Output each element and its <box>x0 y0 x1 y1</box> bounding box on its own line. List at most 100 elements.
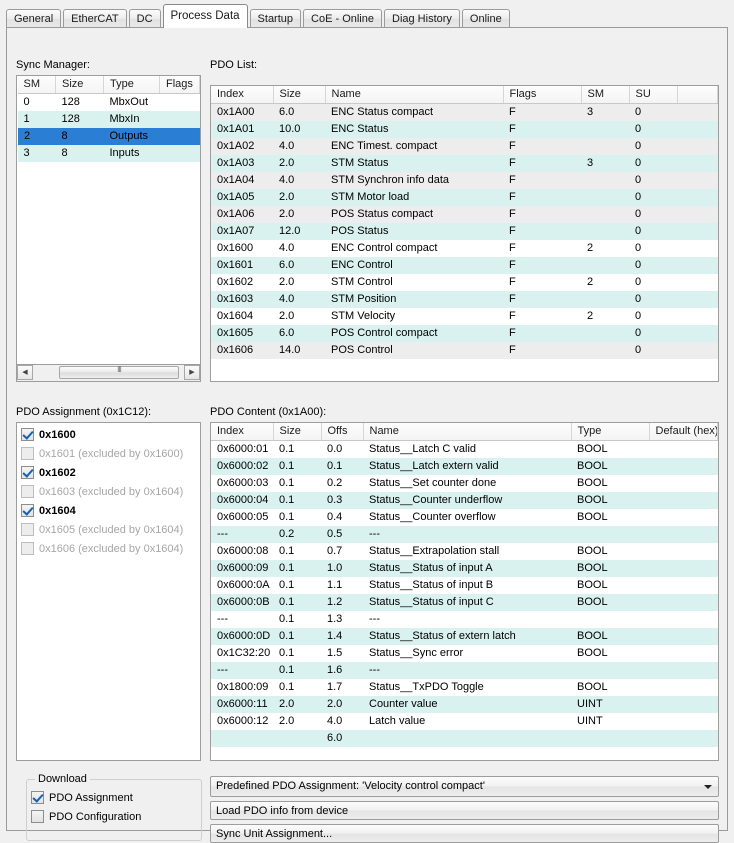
pdo-content-col-offs[interactable]: Offs <box>321 423 364 441</box>
tab-general[interactable]: General <box>6 9 62 28</box>
pdo-assignment-item[interactable]: 0x1600 <box>17 425 200 444</box>
sync-manager-hscrollbar[interactable]: ◀ ▶ <box>16 365 201 382</box>
table-row[interactable]: 0x1606 14.0 POS Control F 0 <box>211 341 718 359</box>
pdo-assignment-item[interactable]: 0x1605 (excluded by 0x1604) <box>17 520 200 539</box>
table-row[interactable]: 3 8 Inputs <box>17 144 200 162</box>
table-row[interactable]: 0x1A04 4.0 STM Synchron info data F 0 <box>211 171 718 189</box>
tab-coe-online[interactable]: CoE - Online <box>303 9 382 28</box>
pdo-list-col-name[interactable]: Name <box>325 86 504 104</box>
pdo-assignment-item[interactable]: 0x1601 (excluded by 0x1600) <box>17 444 200 463</box>
table-row[interactable]: 0x1A01 10.0 ENC Status F 0 <box>211 120 718 138</box>
pdo-list-table[interactable]: Index Size Name Flags SM SU 0x1A00 6.0 ENC Stat… <box>210 85 719 382</box>
tab-diag-history[interactable]: Diag History <box>384 9 460 28</box>
pdo-content-col-default-hex[interactable]: Default (hex) <box>649 423 718 441</box>
table-row[interactable]: 0x1600 4.0 ENC Control compact F 2 0 <box>211 239 718 257</box>
tab-ethercat[interactable]: EtherCAT <box>63 9 127 28</box>
pdo-list-col-size[interactable]: Size <box>273 86 326 104</box>
table-row[interactable]: 0x6000:05 0.1 0.4 Status__Counter overflow B… <box>211 508 718 526</box>
pdo-content-cell-size: 0.1 <box>273 593 321 611</box>
tab-process-data[interactable]: Process Data <box>162 4 248 28</box>
sync-manager-col-size[interactable]: Size <box>55 76 104 94</box>
table-row[interactable]: --- 0.2 0.5 --- <box>211 525 718 543</box>
table-row[interactable]: 1 128 MbxIn <box>17 110 200 128</box>
pdo-content-table[interactable]: Index Size Offs Name Type Default (hex) 0x600… <box>210 422 719 761</box>
download-option[interactable]: PDO Configuration <box>27 807 201 826</box>
pdo-content-col-size[interactable]: Size <box>273 423 322 441</box>
sync-manager-cell-flags <box>159 93 200 111</box>
pdo-list-body[interactable]: 0x1A00 6.0 ENC Status compact F 3 0 0x1A01 10.0… <box>211 103 718 359</box>
pdo-list-col-flags[interactable]: Flags <box>503 86 582 104</box>
download-option[interactable]: PDO Assignment <box>27 788 201 807</box>
pdo-content-col-name[interactable]: Name <box>363 423 572 441</box>
checkbox-checked-icon[interactable] <box>21 428 34 441</box>
checkbox-checked-icon[interactable] <box>21 504 34 517</box>
tab-dc[interactable]: DC <box>128 9 161 28</box>
table-row[interactable]: 0 128 MbxOut <box>17 93 200 111</box>
sync-manager-col-sm[interactable]: SM <box>17 76 56 94</box>
table-row[interactable]: 0x1A06 2.0 POS Status compact F 0 <box>211 205 718 223</box>
table-row[interactable]: 0x1605 6.0 POS Control compact F 0 <box>211 324 718 342</box>
pdo-content-col-type[interactable]: Type <box>571 423 650 441</box>
table-row[interactable]: 0x1A00 6.0 ENC Status compact F 3 0 <box>211 103 718 121</box>
table-row[interactable]: 0x6000:01 0.1 0.0 Status__Latch C valid BOOL <box>211 440 718 458</box>
scroll-left-icon[interactable]: ◀ <box>17 365 33 380</box>
table-row[interactable]: 0x6000:0A 0.1 1.1 Status__Status of input B… <box>211 576 718 594</box>
download-options[interactable]: PDO Assignment PDO Configuration <box>27 780 201 826</box>
table-row[interactable]: 0x1601 6.0 ENC Control F 0 <box>211 256 718 274</box>
table-row[interactable]: 0x6000:03 0.1 0.2 Status__Set counter done B… <box>211 474 718 492</box>
table-row[interactable]: 0x1A05 2.0 STM Motor load F 0 <box>211 188 718 206</box>
checkbox-unchecked-icon[interactable] <box>21 447 34 460</box>
pdo-content-body[interactable]: 0x6000:01 0.1 0.0 Status__Latch C valid BOOL… <box>211 440 718 747</box>
tab-startup[interactable]: Startup <box>249 9 302 28</box>
table-row[interactable]: 0x6000:09 0.1 1.0 Status__Status of input A… <box>211 559 718 577</box>
table-row[interactable]: 0x6000:02 0.1 0.1 Status__Latch extern vali… <box>211 457 718 475</box>
sync-manager-col-flags[interactable]: Flags <box>159 76 200 94</box>
table-row[interactable]: --- 0.1 1.6 --- <box>211 661 718 679</box>
checkbox-checked-icon[interactable] <box>31 791 44 804</box>
pdo-list-col-blank[interactable] <box>677 86 718 104</box>
table-row[interactable]: 6.0 <box>211 729 718 747</box>
table-row[interactable]: 0x1800:09 0.1 1.7 Status__TxPDO Toggle BOOL <box>211 678 718 696</box>
pdo-list-col-su[interactable]: SU <box>629 86 678 104</box>
table-row[interactable]: 0x1C32:20 0.1 1.5 Status__Sync error BOOL <box>211 644 718 662</box>
pdo-assignment-item[interactable]: 0x1602 <box>17 463 200 482</box>
checkbox-unchecked-icon[interactable] <box>21 523 34 536</box>
sync-manager-col-type[interactable]: Type <box>103 76 160 94</box>
table-row[interactable]: 0x1A07 12.0 POS Status F 0 <box>211 222 718 240</box>
sync-manager-body[interactable]: 0 128 MbxOut 1 128 MbxIn 2 8 Outputs 3 8 Inputs <box>17 93 200 162</box>
tab-online[interactable]: Online <box>461 9 510 28</box>
table-row[interactable]: 0x1604 2.0 STM Velocity F 2 0 <box>211 307 718 325</box>
checkbox-checked-icon[interactable] <box>21 466 34 479</box>
load-pdo-info-button[interactable]: Load PDO info from device <box>210 801 719 820</box>
table-row[interactable]: 0x6000:04 0.1 0.3 Status__Counter underflow… <box>211 491 718 509</box>
chevron-down-icon[interactable] <box>704 785 712 789</box>
checkbox-unchecked-icon[interactable] <box>21 485 34 498</box>
pdo-assignment-list[interactable]: 0x1600 0x1601 (excluded by 0x1600) 0x1602 0… <box>16 422 201 761</box>
pdo-list-col-sm[interactable]: SM <box>581 86 630 104</box>
table-row[interactable]: 0x6000:11 2.0 2.0 Counter value UINT <box>211 695 718 713</box>
scrollbar-track[interactable] <box>34 365 183 381</box>
pdo-assignment-item[interactable]: 0x1603 (excluded by 0x1604) <box>17 482 200 501</box>
table-row[interactable]: 0x6000:0B 0.1 1.2 Status__Status of input C… <box>211 593 718 611</box>
pdo-assignment-item[interactable]: 0x1604 <box>17 501 200 520</box>
checkbox-unchecked-icon[interactable] <box>31 810 44 823</box>
checkbox-unchecked-icon[interactable] <box>21 542 34 555</box>
pdo-assignment-item[interactable]: 0x1606 (excluded by 0x1604) <box>17 539 200 558</box>
pdo-list-cell-sm: 2 <box>581 273 629 291</box>
scroll-right-icon[interactable]: ▶ <box>184 365 200 380</box>
sync-unit-assignment-button[interactable]: Sync Unit Assignment... <box>210 824 719 843</box>
predefined-pdo-assignment-combo[interactable]: Predefined PDO Assignment: 'Velocity con… <box>210 776 719 797</box>
pdo-list-col-index[interactable]: Index <box>211 86 274 104</box>
table-row[interactable]: --- 0.1 1.3 --- <box>211 610 718 628</box>
table-row[interactable]: 0x6000:12 2.0 4.0 Latch value UINT <box>211 712 718 730</box>
table-row[interactable]: 0x1603 4.0 STM Position F 0 <box>211 290 718 308</box>
pdo-content-col-index[interactable]: Index <box>211 423 274 441</box>
table-row[interactable]: 2 8 Outputs <box>17 127 200 145</box>
table-row[interactable]: 0x6000:08 0.1 0.7 Status__Extrapolation sta… <box>211 542 718 560</box>
table-row[interactable]: 0x1A02 4.0 ENC Timest. compact F 0 <box>211 137 718 155</box>
table-row[interactable]: 0x6000:0D 0.1 1.4 Status__Status of extern … <box>211 627 718 645</box>
table-row[interactable]: 0x1602 2.0 STM Control F 2 0 <box>211 273 718 291</box>
sync-manager-table[interactable]: SM Size Type Flags 0 128 MbxOut 1 128 MbxIn 2 8 Out… <box>16 75 201 365</box>
table-row[interactable]: 0x1A03 2.0 STM Status F 3 0 <box>211 154 718 172</box>
scrollbar-thumb[interactable] <box>59 365 179 379</box>
